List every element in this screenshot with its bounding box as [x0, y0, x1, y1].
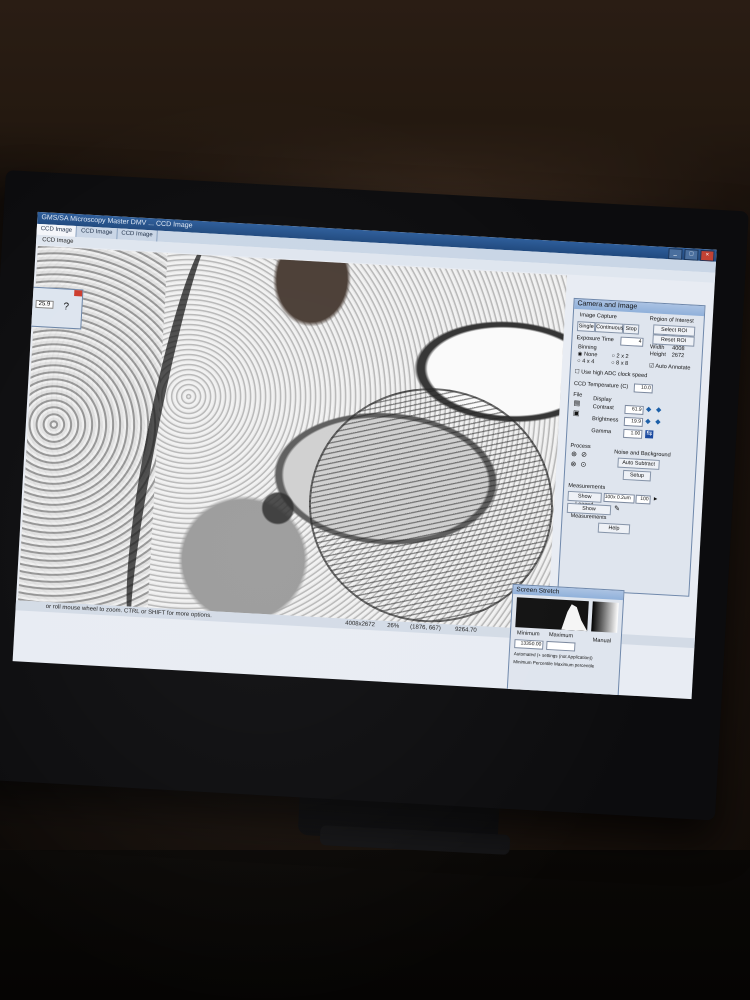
- brightness-up-icon[interactable]: ◆: [644, 418, 652, 426]
- auto-annotate-label: Auto Annotate: [655, 363, 691, 372]
- contrast-down-icon[interactable]: ◆: [654, 407, 662, 415]
- measurements-label: Measurements: [568, 482, 606, 491]
- status-coords: (1876, 667): [409, 624, 441, 632]
- palette-close-icon[interactable]: [74, 290, 83, 297]
- contrast-label: Contrast: [592, 404, 614, 412]
- invert-icon[interactable]: ⇆: [645, 430, 654, 439]
- desk: [0, 850, 750, 1000]
- show-legend-button[interactable]: Show Legend: [567, 490, 602, 508]
- max-value-field[interactable]: [546, 640, 576, 652]
- high-adc-checkbox[interactable]: ☐ Use high ADC clock speed: [574, 369, 647, 379]
- help-button[interactable]: Help: [597, 522, 631, 535]
- contrast-up-icon[interactable]: ◆: [644, 406, 652, 414]
- brightness-label: Brightness: [591, 416, 619, 424]
- screen: GMS/SA Microscopy Master DMV ... CCD Ima…: [12, 211, 717, 700]
- ccd-temp-field[interactable]: 10.0: [633, 383, 654, 394]
- help-cursor-icon[interactable]: ?: [63, 301, 69, 312]
- minimum-label: Minimum: [516, 630, 540, 638]
- open-file-icon[interactable]: ▤: [573, 400, 581, 408]
- gamma-label: Gamma: [591, 428, 612, 436]
- auto-subtract-button[interactable]: Auto Subtract: [617, 457, 660, 470]
- high-adc-label: Use high ADC clock speed: [581, 369, 648, 380]
- legend-number-field[interactable]: 100: [635, 494, 651, 505]
- play-icon[interactable]: ▸: [651, 496, 659, 504]
- stop-button[interactable]: Stop: [622, 323, 640, 335]
- background-wall: [0, 0, 750, 200]
- brightness-field[interactable]: 19.9: [623, 416, 644, 427]
- capture-label: Image Capture: [579, 312, 617, 321]
- histogram[interactable]: [515, 597, 589, 632]
- bin-4-label: 4 x 4: [581, 358, 595, 366]
- camera-image-panel: Camera and Image Image Capture Single Co…: [557, 297, 706, 597]
- contrast-field[interactable]: 61.9: [624, 404, 644, 415]
- process-label: Process: [570, 442, 591, 451]
- process-tool-3-icon[interactable]: ⊗: [569, 461, 577, 469]
- save-file-icon[interactable]: ▣: [572, 410, 580, 418]
- monitor: GMS/SA Microscopy Master DMV ... CCD Ima…: [0, 170, 749, 821]
- binning-label: Binning: [577, 344, 597, 352]
- gamma-field[interactable]: 1.00: [623, 428, 643, 439]
- width-value: 4008: [671, 345, 685, 353]
- bin-2-label: 2 x 2: [616, 353, 629, 361]
- stretch-gradient: [591, 601, 619, 633]
- process-tool-2-icon[interactable]: ⊘: [580, 451, 588, 459]
- floating-tool-palette[interactable]: 25.9 ?: [27, 286, 84, 330]
- height-value: 2672: [671, 352, 685, 360]
- histogram-peak: [561, 604, 588, 631]
- show-measurements-button[interactable]: Show Measurements: [566, 502, 612, 521]
- exposure-label: Exposure Time: [576, 335, 614, 344]
- bin-8-radio[interactable]: ○ 8 x 8: [611, 360, 628, 367]
- roi-label: Region of Interest: [649, 316, 694, 325]
- file-label: File: [573, 392, 583, 399]
- process-tool-4-icon[interactable]: ⊙: [579, 461, 587, 469]
- percentile-labels: Minimum Percentile Maximum percentile: [513, 659, 595, 669]
- measure-tool-icon[interactable]: ✎: [613, 505, 621, 513]
- height-label: Height: [649, 351, 667, 359]
- zoom-select[interactable]: 25.9: [35, 299, 54, 309]
- ccd-temp-label: CCD Temperature (C): [573, 381, 629, 391]
- exposure-field[interactable]: 4: [620, 336, 644, 347]
- min-value-field[interactable]: 13350.00: [514, 639, 544, 650]
- bin-none-radio[interactable]: ◉ None: [577, 351, 597, 358]
- manual-label: Manual: [592, 637, 612, 645]
- status-dimensions: 4008x2672: [345, 620, 376, 629]
- width-label: Width: [649, 344, 665, 352]
- micrograph-image[interactable]: [17, 245, 567, 630]
- display-label: Display: [592, 396, 612, 404]
- setup-button[interactable]: Setup: [622, 469, 652, 482]
- process-tool-1-icon[interactable]: ⊕: [570, 451, 578, 459]
- single-button[interactable]: Single: [576, 321, 596, 333]
- close-button[interactable]: ×: [700, 249, 715, 262]
- screen-stretch-panel: Screen Stretch Minimum Maximum Manual 13…: [506, 583, 625, 698]
- status-value: 9264.70: [454, 626, 477, 634]
- bin-8-label: 8 x 8: [615, 360, 629, 368]
- maximize-button[interactable]: □: [684, 249, 699, 261]
- bin-4-radio[interactable]: ○ 4 x 4: [577, 358, 594, 365]
- auto-annotate-checkbox[interactable]: ☑ Auto Annotate: [649, 363, 691, 371]
- minimize-button[interactable]: _: [668, 248, 683, 260]
- continuous-button[interactable]: Continuous: [594, 322, 624, 334]
- status-zoom: 26%: [386, 622, 400, 630]
- bin-2-radio[interactable]: ○ 2 x 2: [611, 353, 628, 360]
- maximum-label: Maximum: [548, 632, 574, 640]
- brightness-down-icon[interactable]: ◆: [654, 419, 662, 427]
- bin-none-label: None: [583, 351, 598, 359]
- legend-scale-select[interactable]: 100x 0.2um: [603, 492, 635, 504]
